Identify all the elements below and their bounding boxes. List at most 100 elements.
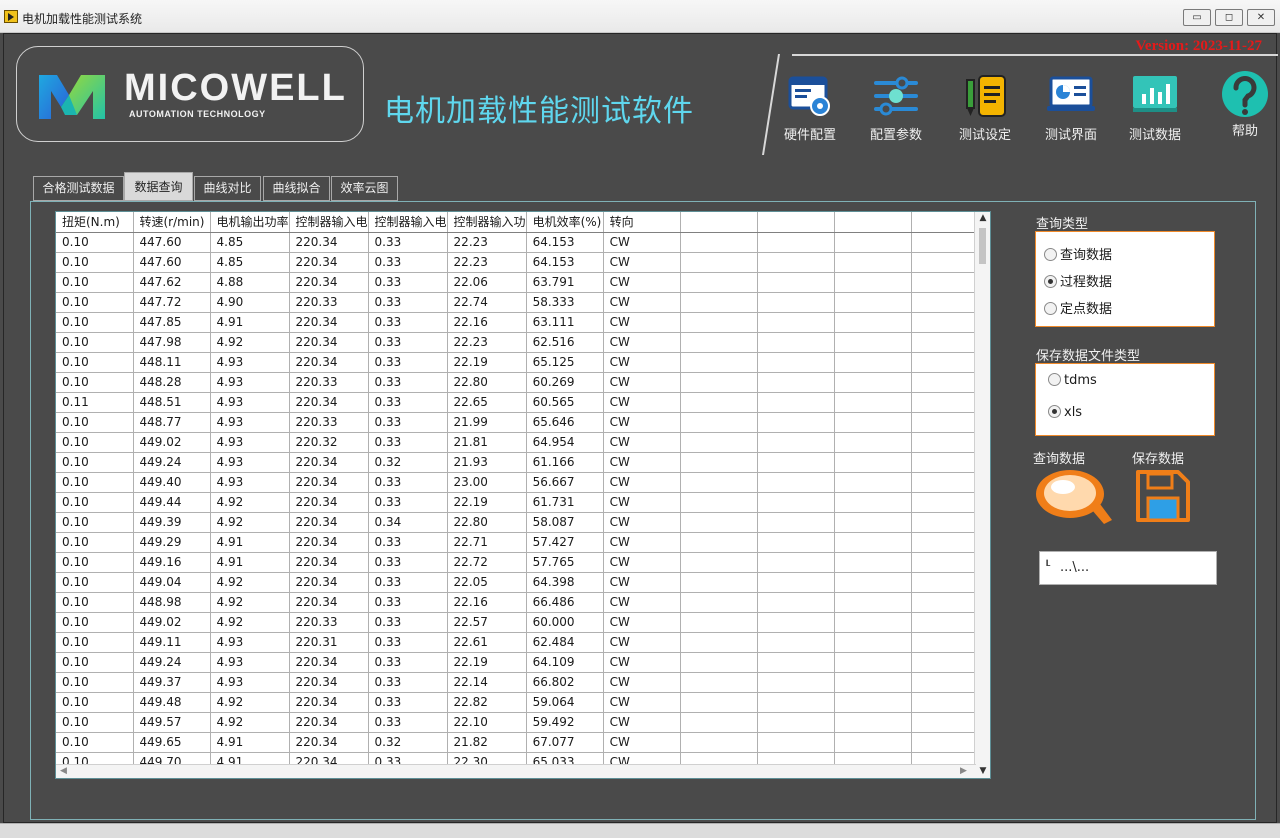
table-cell: 0.33 bbox=[368, 412, 448, 433]
help-button[interactable]: 帮助 bbox=[1204, 71, 1280, 146]
table-cell: CW bbox=[603, 672, 681, 693]
table-cell bbox=[834, 312, 912, 333]
radio-tdms-label: tdms bbox=[1064, 373, 1097, 388]
table-cell: 64.398 bbox=[526, 572, 604, 593]
table-cell: CW bbox=[603, 232, 681, 253]
table-row[interactable]: 0.10 449.44 4.92 220.34 0.33 22.19 61.731 CW bbox=[56, 492, 989, 513]
table-row[interactable]: 0.10 449.40 4.93 220.34 0.33 23.00 56.667 CW bbox=[56, 472, 989, 493]
table-row[interactable]: 0.10 449.39 4.92 220.34 0.34 22.80 58.087 CW bbox=[56, 512, 989, 533]
table-cell: 0.10 bbox=[56, 312, 134, 333]
table-row[interactable]: 0.10 449.04 4.92 220.34 0.33 22.05 64.398 CW bbox=[56, 572, 989, 593]
table-cell: 0.32 bbox=[368, 452, 448, 473]
table-cell: 22.82 bbox=[447, 692, 527, 713]
table-row[interactable]: 0.10 449.02 4.93 220.32 0.33 21.81 64.954 CW bbox=[56, 432, 989, 453]
table-cell: 220.34 bbox=[289, 252, 369, 273]
table-row[interactable]: 0.10 447.60 4.85 220.34 0.33 22.23 64.153 CW bbox=[56, 252, 989, 273]
table-row[interactable]: 0.10 447.60 4.85 220.34 0.33 22.23 64.153 CW bbox=[56, 232, 989, 253]
table-cell bbox=[834, 412, 912, 433]
table-cell: 4.93 bbox=[210, 352, 290, 373]
column-header: 扭矩(N.m) bbox=[56, 212, 134, 233]
config-params-button[interactable]: 配置参数 bbox=[856, 74, 936, 146]
table-cell bbox=[834, 632, 912, 653]
table-cell bbox=[680, 332, 758, 353]
table-row[interactable]: 0.10 447.72 4.90 220.33 0.33 22.74 58.333 CW bbox=[56, 292, 989, 313]
scroll-right-icon[interactable]: ▶ bbox=[960, 766, 967, 776]
query-data-button[interactable] bbox=[1034, 466, 1114, 526]
table-row[interactable]: 0.10 448.77 4.93 220.33 0.33 21.99 65.646 CW bbox=[56, 412, 989, 433]
radio-fixed-point-data[interactable]: 定点数据 bbox=[1044, 298, 1112, 317]
table-cell: 4.93 bbox=[210, 632, 290, 653]
table-cell: 0.33 bbox=[368, 632, 448, 653]
query-type-label: 查询类型 bbox=[1036, 217, 1089, 232]
vertical-scrollbar[interactable]: ▲ ▼ bbox=[974, 212, 990, 778]
table-cell: 4.92 bbox=[210, 492, 290, 513]
test-screen-button[interactable]: 测试界面 bbox=[1031, 74, 1111, 146]
table-cell: 449.11 bbox=[133, 632, 211, 653]
save-data-button[interactable] bbox=[1134, 468, 1192, 524]
table-row[interactable]: 0.10 449.37 4.93 220.34 0.33 22.14 66.802 CW bbox=[56, 672, 989, 693]
table-row[interactable]: 0.10 447.62 4.88 220.34 0.33 22.06 63.791 CW bbox=[56, 272, 989, 293]
table-row[interactable]: 0.10 448.11 4.93 220.34 0.33 22.19 65.125 CW bbox=[56, 352, 989, 373]
scroll-up-icon[interactable]: ▲ bbox=[975, 213, 990, 223]
hardware-config-icon bbox=[788, 76, 830, 116]
table-cell bbox=[757, 712, 835, 733]
table-row[interactable]: 0.10 449.24 4.93 220.34 0.32 21.93 61.166 CW bbox=[56, 452, 989, 473]
table-cell bbox=[834, 432, 912, 453]
table-cell: 220.34 bbox=[289, 312, 369, 333]
table-cell: 60.000 bbox=[526, 612, 604, 633]
data-table[interactable]: 扭矩(N.m) 转速(r/min) 电机输出功率 控制器输入电 控制器输入电 控制器输入功… bbox=[55, 211, 991, 779]
horizontal-scrollbar[interactable]: ◀ ▶ bbox=[56, 764, 976, 778]
table-row[interactable]: 0.10 449.48 4.92 220.34 0.33 22.82 59.064 CW bbox=[56, 692, 989, 713]
column-header: 控制器输入功 bbox=[447, 212, 527, 233]
scroll-down-icon[interactable]: ▼ bbox=[975, 766, 990, 776]
close-button[interactable]: ✕ bbox=[1247, 9, 1275, 26]
radio-process-data[interactable]: 过程数据 bbox=[1044, 271, 1112, 290]
table-row[interactable]: 0.10 447.98 4.92 220.34 0.33 22.23 62.516 CW bbox=[56, 332, 989, 353]
tab-curve-fit[interactable]: 曲线拟合 bbox=[263, 176, 330, 201]
table-row[interactable]: 0.11 448.51 4.93 220.34 0.33 22.65 60.565 CW bbox=[56, 392, 989, 413]
table-cell: CW bbox=[603, 332, 681, 353]
table-row[interactable]: 0.10 449.16 4.91 220.34 0.33 22.72 57.765 CW bbox=[56, 552, 989, 573]
table-cell: 58.333 bbox=[526, 292, 604, 313]
table-cell bbox=[757, 312, 835, 333]
table-row[interactable]: 0.10 449.57 4.92 220.34 0.33 22.10 59.492 CW bbox=[56, 712, 989, 733]
scroll-left-icon[interactable]: ◀ bbox=[60, 766, 67, 776]
table-row[interactable]: 0.10 449.11 4.93 220.31 0.33 22.61 62.484 CW bbox=[56, 632, 989, 653]
hardware-config-button[interactable]: 硬件配置 bbox=[770, 74, 850, 146]
table-cell: CW bbox=[603, 292, 681, 313]
table-cell bbox=[757, 732, 835, 753]
radio-query-data[interactable]: 查询数据 bbox=[1044, 244, 1112, 263]
file-path-indicator[interactable]: ┖ ...\... bbox=[1039, 551, 1217, 585]
tab-data-query[interactable]: 数据查询 bbox=[124, 172, 193, 201]
restore-button[interactable]: ◻ bbox=[1215, 9, 1243, 26]
radio-tdms[interactable]: tdms bbox=[1048, 373, 1097, 388]
table-row[interactable]: 0.10 448.28 4.93 220.33 0.33 22.80 60.269 CW bbox=[56, 372, 989, 393]
table-cell: 22.23 bbox=[447, 252, 527, 273]
minimize-button[interactable]: ▭ bbox=[1183, 9, 1211, 26]
test-settings-button[interactable]: 测试设定 bbox=[945, 74, 1025, 146]
table-cell bbox=[757, 232, 835, 253]
table-row[interactable]: 0.10 447.85 4.91 220.34 0.33 22.16 63.111 CW bbox=[56, 312, 989, 333]
table-cell: CW bbox=[603, 632, 681, 653]
table-row[interactable]: 0.10 448.98 4.92 220.34 0.33 22.16 66.486 CW bbox=[56, 592, 989, 613]
scroll-thumb[interactable] bbox=[979, 228, 986, 264]
table-row[interactable]: 0.10 449.02 4.92 220.33 0.33 22.57 60.000 CW bbox=[56, 612, 989, 633]
table-row[interactable]: 0.10 449.65 4.91 220.34 0.32 21.82 67.077 CW bbox=[56, 732, 989, 753]
table-cell: 22.19 bbox=[447, 652, 527, 673]
table-cell bbox=[680, 672, 758, 693]
table-cell: 0.10 bbox=[56, 292, 134, 313]
table-cell bbox=[757, 392, 835, 413]
table-row[interactable]: 0.10 449.29 4.91 220.34 0.33 22.71 57.427 CW bbox=[56, 532, 989, 553]
test-data-button[interactable]: 测试数据 bbox=[1115, 74, 1195, 146]
table-cell: 0.10 bbox=[56, 732, 134, 753]
tab-passed-test-data[interactable]: 合格测试数据 bbox=[33, 176, 124, 201]
table-cell: 220.33 bbox=[289, 292, 369, 313]
radio-xls[interactable]: xls bbox=[1048, 405, 1082, 420]
table-cell: 0.10 bbox=[56, 612, 134, 633]
radio-tdms-dot bbox=[1048, 373, 1061, 386]
table-cell: 220.34 bbox=[289, 592, 369, 613]
table-row[interactable]: 0.10 449.24 4.93 220.34 0.33 22.19 64.109 CW bbox=[56, 652, 989, 673]
table-cell: 220.34 bbox=[289, 472, 369, 493]
tab-curve-compare[interactable]: 曲线对比 bbox=[194, 176, 261, 201]
tab-efficiency-map[interactable]: 效率云图 bbox=[331, 176, 398, 201]
